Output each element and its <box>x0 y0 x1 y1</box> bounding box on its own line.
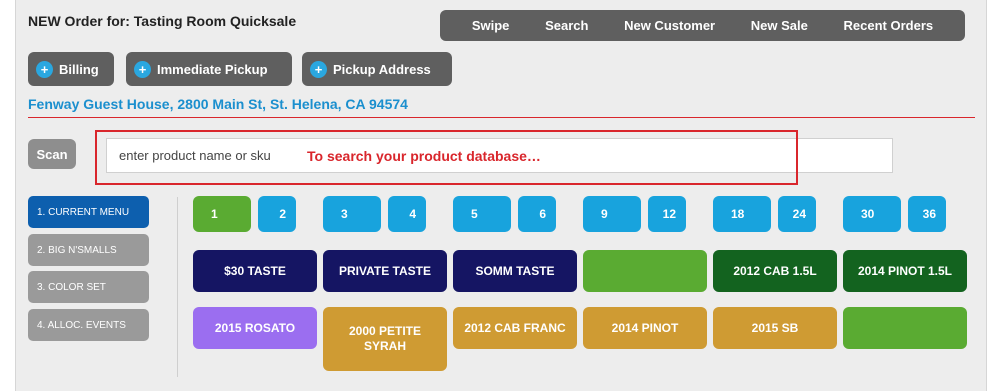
immediate-pickup-label: Immediate Pickup <box>157 61 268 77</box>
billing-label: Billing <box>59 61 99 77</box>
pickup-address-label: Pickup Address <box>333 61 431 77</box>
product-2014-pinot[interactable]: 2014 PINOT <box>583 307 707 349</box>
plus-icon: + <box>36 60 53 78</box>
nav-swipe[interactable]: Swipe <box>472 18 510 33</box>
product-2012-cab-15l[interactable]: 2012 CAB 1.5L <box>713 250 837 292</box>
product-2015-sb[interactable]: 2015 SB <box>713 307 837 349</box>
qty-18[interactable]: 18 <box>713 196 771 232</box>
vertical-divider <box>177 197 178 377</box>
menu-big-n-smalls[interactable]: 2. BIG N'SMALLS <box>28 234 149 266</box>
nav-new-customer[interactable]: New Customer <box>624 18 715 33</box>
menu-current[interactable]: 1. CURRENT MENU <box>28 196 149 228</box>
product-somm-taste[interactable]: SOMM TASTE <box>453 250 577 292</box>
qty-30[interactable]: 30 <box>843 196 901 232</box>
page-title: NEW Order for: Tasting Room Quicksale <box>28 13 297 29</box>
nav-search[interactable]: Search <box>545 18 588 33</box>
qty-9[interactable]: 9 <box>583 196 641 232</box>
product-blank-2[interactable] <box>843 307 967 349</box>
search-hint: To search your product database… <box>307 148 541 164</box>
product-2000-petite-syrah[interactable]: 2000 PETITE SYRAH <box>323 307 447 371</box>
product-2015-rosato[interactable]: 2015 ROSATO <box>193 307 317 349</box>
qty-4[interactable]: 4 <box>388 196 426 232</box>
qty-12[interactable]: 12 <box>648 196 686 232</box>
qty-3[interactable]: 3 <box>323 196 381 232</box>
qty-24[interactable]: 24 <box>778 196 816 232</box>
nav-recent-orders[interactable]: Recent Orders <box>844 18 934 33</box>
menu-alloc-events[interactable]: 4. ALLOC. EVENTS <box>28 309 149 341</box>
customer-address[interactable]: Fenway Guest House, 2800 Main St, St. He… <box>28 96 408 112</box>
section-divider <box>28 117 975 118</box>
qty-1[interactable]: 1 <box>193 196 251 232</box>
top-nav: Swipe Search New Customer New Sale Recen… <box>440 10 965 41</box>
product-2014-pinot-15l[interactable]: 2014 PINOT 1.5L <box>843 250 967 292</box>
product-2012-cab-franc[interactable]: 2012 CAB FRANC <box>453 307 577 349</box>
product-private-taste[interactable]: PRIVATE TASTE <box>323 250 447 292</box>
qty-6[interactable]: 6 <box>518 196 556 232</box>
pickup-address-button[interactable]: + Pickup Address <box>302 52 452 86</box>
plus-icon: + <box>310 60 327 78</box>
scan-button[interactable]: Scan <box>28 139 76 169</box>
menu-color-set[interactable]: 3. COLOR SET <box>28 271 149 303</box>
qty-2[interactable]: 2 <box>258 196 296 232</box>
plus-icon: + <box>134 60 151 78</box>
qty-5[interactable]: 5 <box>453 196 511 232</box>
qty-36[interactable]: 36 <box>908 196 946 232</box>
nav-new-sale[interactable]: New Sale <box>751 18 808 33</box>
product-blank-1[interactable] <box>583 250 707 292</box>
billing-button[interactable]: + Billing <box>28 52 114 86</box>
immediate-pickup-button[interactable]: + Immediate Pickup <box>126 52 292 86</box>
product-30-taste[interactable]: $30 TASTE <box>193 250 317 292</box>
